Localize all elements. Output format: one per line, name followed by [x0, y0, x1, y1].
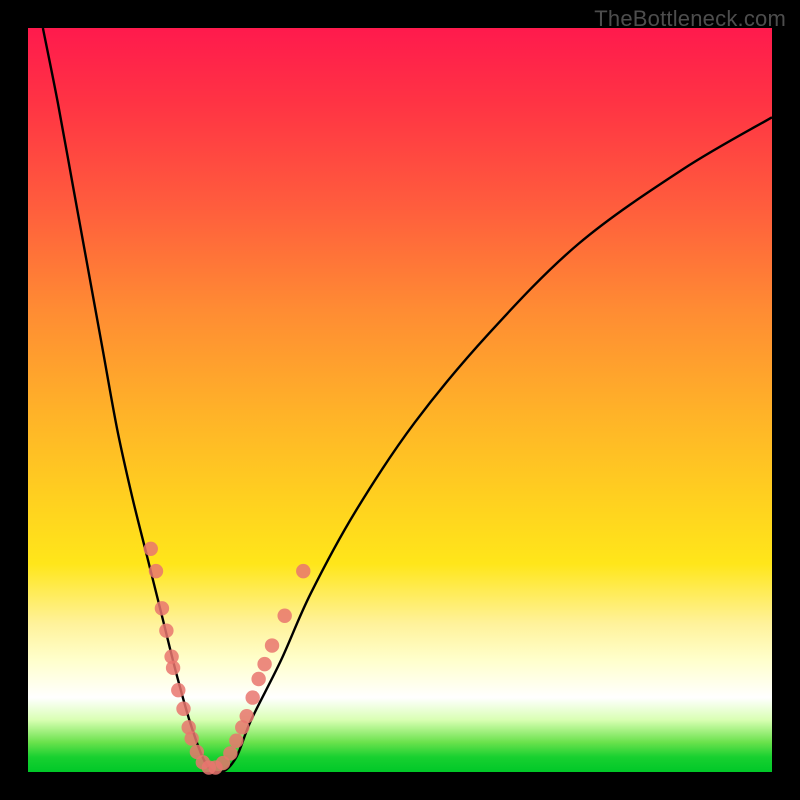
curve-marker	[149, 564, 163, 578]
curve-marker	[277, 609, 291, 623]
curve-markers	[144, 542, 311, 775]
curve-marker	[251, 672, 265, 686]
curve-marker	[184, 731, 198, 745]
plot-area	[28, 28, 772, 772]
curve-marker	[296, 564, 310, 578]
curve-marker	[166, 661, 180, 675]
attribution-label: TheBottleneck.com	[594, 6, 786, 32]
curve-marker	[265, 638, 279, 652]
curve-marker	[159, 623, 173, 637]
curve-marker	[223, 746, 237, 760]
curve-marker	[240, 709, 254, 723]
chart-frame: TheBottleneck.com	[0, 0, 800, 800]
curve-marker	[257, 657, 271, 671]
curve-marker	[155, 601, 169, 615]
chart-svg	[28, 28, 772, 772]
curve-marker	[171, 683, 185, 697]
bottleneck-curve	[43, 28, 772, 772]
curve-marker	[176, 702, 190, 716]
curve-marker	[229, 734, 243, 748]
curve-marker	[144, 542, 158, 556]
curve-marker	[245, 690, 259, 704]
